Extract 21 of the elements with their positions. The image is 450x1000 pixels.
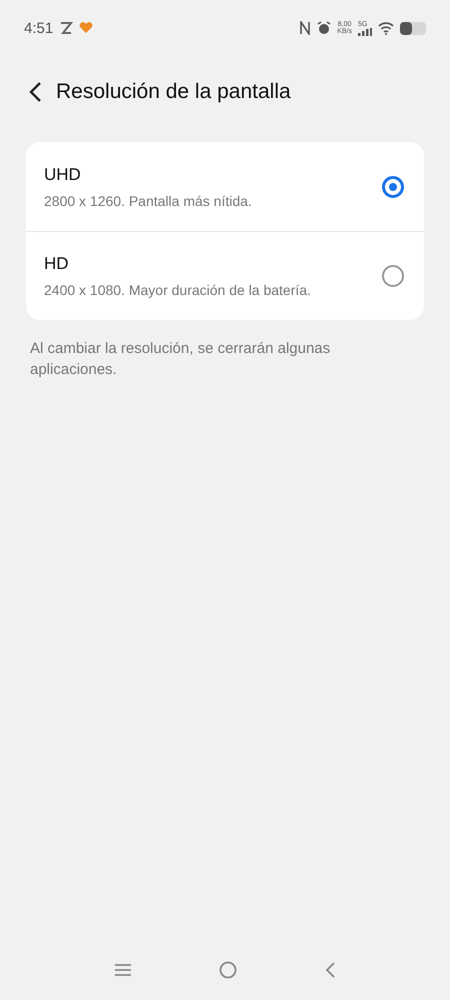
heart-icon xyxy=(79,22,94,34)
radio-button[interactable] xyxy=(382,265,404,287)
signal-icon xyxy=(358,28,372,36)
resolution-option[interactable]: HD 2400 x 1080. Mayor duración de la batería. xyxy=(26,231,424,320)
option-description: 2800 x 1260. Pantalla más nítida. xyxy=(44,192,253,208)
option-title: HD xyxy=(44,254,70,274)
option-description: 2400 x 1080. Mayor duración de la batería. xyxy=(44,282,312,298)
back-icon[interactable] xyxy=(324,961,336,979)
option-title: UHD xyxy=(44,164,82,184)
page-title: Resolución de la pantalla xyxy=(56,80,291,104)
back-button[interactable] xyxy=(28,81,42,103)
info-note: Al cambiar la resolución, se cerrarán algunas aplicaciones. xyxy=(30,339,332,380)
nfc-icon xyxy=(299,21,312,35)
home-icon[interactable] xyxy=(218,961,237,979)
status-time: 4:51 xyxy=(24,20,54,36)
radio-button[interactable] xyxy=(382,176,404,198)
menu-icon[interactable] xyxy=(114,963,132,977)
wifi-icon xyxy=(378,22,394,34)
battery-icon xyxy=(400,22,426,34)
alarm-icon xyxy=(317,21,332,35)
resolution-option[interactable]: UHD 2800 x 1260. Pantalla más nítida. xyxy=(26,142,424,231)
